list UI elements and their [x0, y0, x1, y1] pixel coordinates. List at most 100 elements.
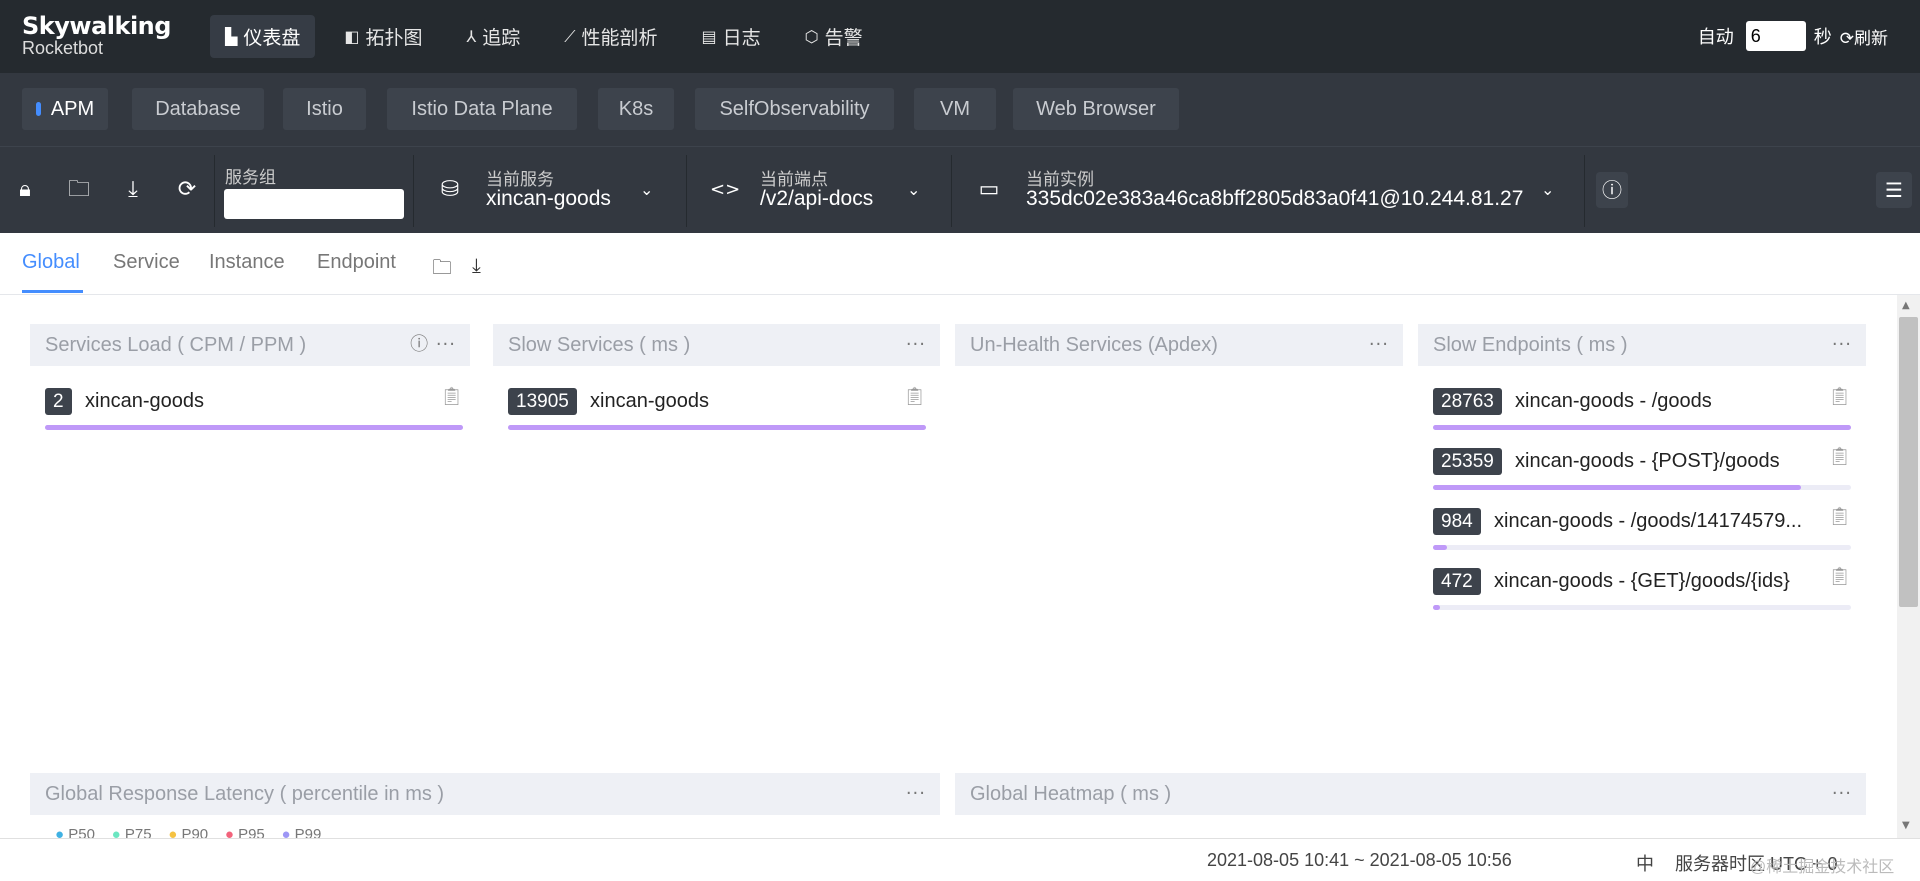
- scroll-up-icon[interactable]: ▲: [1902, 300, 1910, 311]
- clipboard-icon[interactable]: 📋︎: [1828, 506, 1851, 527]
- nav-label: 拓扑图: [365, 28, 423, 49]
- layer-database[interactable]: Database: [132, 88, 264, 130]
- panel-services-load: Services Load ( CPM / PPM ) ⓘ ···: [30, 324, 470, 366]
- chart-icon: ▙: [225, 27, 238, 46]
- lock-icon[interactable]: 🔒︎: [12, 177, 38, 203]
- divider: [951, 155, 952, 227]
- layer-selfobservability[interactable]: SelfObservability: [695, 88, 894, 130]
- tab-endpoint[interactable]: Endpoint: [317, 251, 396, 274]
- bar-track: [1433, 605, 1851, 610]
- list-item[interactable]: 984 xincan-goods - /goods/14174579... 📋︎: [1433, 506, 1851, 558]
- more-icon[interactable]: ···: [1369, 324, 1389, 366]
- refresh-interval-input[interactable]: [1745, 21, 1806, 51]
- trace-icon: ⅄: [466, 27, 477, 46]
- watermark: @稀土掘金技术社区: [1750, 859, 1895, 876]
- layer-label: VM: [940, 97, 970, 120]
- info-icon[interactable]: ⓘ: [1596, 172, 1628, 208]
- chevron-down-icon: ⌄: [1541, 180, 1555, 199]
- sync-icon[interactable]: ⟳: [174, 177, 200, 203]
- nav-alarm[interactable]: ⬡ 告警: [790, 15, 878, 58]
- download-icon[interactable]: ⤓: [120, 177, 146, 203]
- layer-k8s[interactable]: K8s: [598, 88, 674, 130]
- panel-slow-endpoints: Slow Endpoints ( ms ) ···: [1418, 324, 1866, 366]
- list-item[interactable]: 13905 xincan-goods 📋︎: [508, 386, 926, 438]
- panel-slow-services: Slow Services ( ms ) ···: [493, 324, 940, 366]
- more-icon[interactable]: ···: [906, 773, 926, 815]
- tab-service[interactable]: Service: [113, 251, 180, 274]
- info-icon[interactable]: ⓘ: [410, 334, 429, 355]
- active-indicator: [35, 102, 41, 116]
- nav-label: 追踪: [482, 28, 521, 49]
- selector-toolbar: 🔒︎ 🗀 ⤓ ⟳ 服务组 ⛁ 当前服务 xincan-goods ⌄ <> 当前…: [0, 146, 1920, 233]
- divider: [1584, 155, 1585, 227]
- menu-icon[interactable]: ☰: [1876, 172, 1912, 208]
- tab-global[interactable]: Global: [22, 251, 80, 274]
- download-icon[interactable]: ⤓: [472, 253, 481, 277]
- bar-track: [45, 425, 463, 430]
- more-icon[interactable]: ···: [436, 334, 456, 355]
- legend-item[interactable]: ● P95: [225, 826, 265, 838]
- item-name: xincan-goods - {POST}/goods: [1515, 450, 1780, 472]
- layer-web-browser[interactable]: Web Browser: [1013, 88, 1179, 130]
- bar-track: [1433, 425, 1851, 430]
- legend-label: P50: [68, 826, 95, 838]
- list-item[interactable]: 2 xincan-goods 📋︎: [45, 386, 463, 438]
- clipboard-icon[interactable]: 📋︎: [440, 386, 463, 407]
- divider: [214, 155, 215, 227]
- layer-label: Istio: [306, 97, 343, 120]
- nav-dashboard[interactable]: ▙ 仪表盘: [210, 15, 316, 58]
- divider: [686, 155, 687, 227]
- refresh-button[interactable]: ⟳刷新: [1840, 24, 1888, 49]
- clipboard-icon[interactable]: 📋︎: [1828, 386, 1851, 407]
- folder-icon[interactable]: 🗀: [432, 253, 452, 287]
- value-badge: 2: [45, 388, 72, 415]
- legend-item[interactable]: ● P90: [168, 826, 208, 838]
- more-icon[interactable]: ···: [1832, 324, 1852, 366]
- list-item[interactable]: 25359 xincan-goods - {POST}/goods 📋︎: [1433, 446, 1851, 498]
- clipboard-icon[interactable]: 📋︎: [1828, 566, 1851, 587]
- list-item[interactable]: 472 xincan-goods - {GET}/goods/{ids} 📋︎: [1433, 566, 1851, 618]
- layer-apm[interactable]: APM: [22, 88, 108, 130]
- scrollbar[interactable]: ▲ ▼: [1897, 295, 1920, 838]
- nav-profile[interactable]: ⟋ 性能剖析: [549, 15, 672, 58]
- active-tab-indicator: [22, 290, 83, 293]
- panel-title: Global Heatmap ( ms ): [970, 783, 1172, 805]
- nav-topology[interactable]: ◧ 拓扑图: [329, 15, 437, 58]
- refresh-label: 刷新: [1854, 28, 1888, 48]
- panel-unhealth-services: Un-Health Services (Apdex) ···: [955, 324, 1403, 366]
- nav-trace[interactable]: ⅄ 追踪: [451, 15, 535, 58]
- legend-item[interactable]: ● P99: [281, 826, 321, 838]
- clipboard-icon[interactable]: 📋︎: [903, 386, 926, 407]
- nav-log[interactable]: ▤ 日志: [686, 15, 775, 58]
- folder-icon[interactable]: 🗀: [66, 177, 92, 203]
- scroll-down-icon[interactable]: ▼: [1902, 820, 1910, 831]
- logo-subtitle: Rocketbot: [22, 38, 104, 58]
- value-badge: 25359: [1433, 448, 1502, 475]
- list-item[interactable]: 28763 xincan-goods - /goods 📋︎: [1433, 386, 1851, 438]
- topology-icon: ◧: [344, 27, 360, 46]
- tab-instance[interactable]: Instance: [209, 251, 285, 274]
- panel-title: Slow Endpoints ( ms ): [1433, 334, 1628, 356]
- legend-item[interactable]: ● P75: [112, 826, 152, 838]
- log-icon: ▤: [701, 27, 717, 46]
- bar-fill: [1433, 425, 1851, 430]
- logo: Skywalking Rocketbot: [22, 14, 171, 58]
- layer-istio-data-plane[interactable]: Istio Data Plane: [387, 88, 577, 130]
- item-name: xincan-goods - {GET}/goods/{ids}: [1494, 570, 1790, 592]
- scroll-thumb[interactable]: [1899, 317, 1918, 607]
- time-range[interactable]: 2021-08-05 10:41 ~ 2021-08-05 10:56: [1207, 850, 1512, 871]
- more-icon[interactable]: ···: [906, 324, 926, 366]
- language-switch[interactable]: 中: [1636, 850, 1654, 876]
- legend-item[interactable]: ● P50: [55, 826, 95, 838]
- item-name: xincan-goods: [85, 390, 204, 412]
- auto-label: 自动: [1697, 27, 1734, 47]
- service-group-input[interactable]: [224, 189, 404, 219]
- layer-istio[interactable]: Istio: [283, 88, 366, 130]
- service-icon: ⛁: [440, 177, 460, 202]
- nav-label: 仪表盘: [243, 28, 301, 49]
- more-icon[interactable]: ···: [1832, 773, 1852, 815]
- legend-label: P75: [124, 826, 152, 838]
- clipboard-icon[interactable]: 📋︎: [1828, 446, 1851, 467]
- value-badge: 28763: [1433, 388, 1502, 415]
- layer-vm[interactable]: VM: [914, 88, 996, 130]
